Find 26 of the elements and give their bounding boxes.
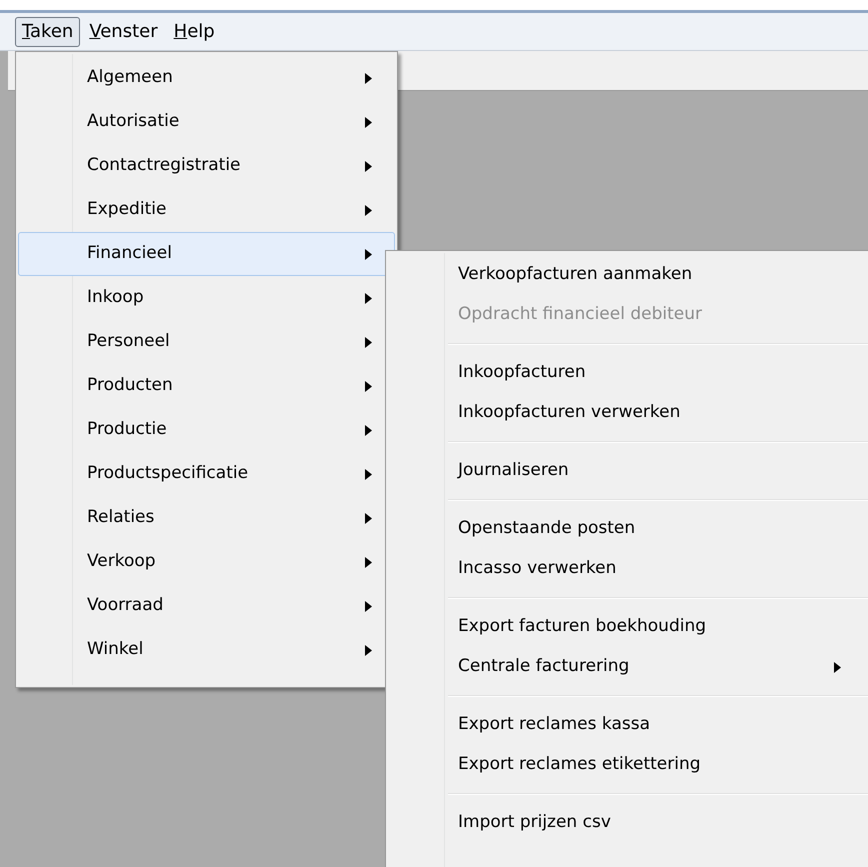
submenu-arrow-icon xyxy=(365,424,372,436)
submenu-arrow-icon xyxy=(834,662,841,672)
submenu-arrow-icon xyxy=(365,468,372,480)
menu-bar-item[interactable]: Venster xyxy=(82,16,165,46)
submenu-arrow-icon xyxy=(365,380,372,392)
menu-item[interactable]: Export reclames kassa xyxy=(388,705,868,745)
menu-item[interactable]: Financieel xyxy=(18,232,395,276)
menu-item[interactable]: Algemeen xyxy=(18,56,395,100)
submenu-arrow-icon xyxy=(365,116,372,128)
menu-item[interactable]: Contactregistratie xyxy=(18,144,395,188)
menu-item[interactable]: Export reclames etikettering xyxy=(388,745,868,785)
menu-item[interactable]: Expeditie xyxy=(18,188,395,232)
submenu-arrow-icon xyxy=(365,600,372,612)
submenu-arrow-icon xyxy=(365,292,372,304)
submenu-arrow-icon xyxy=(365,336,372,348)
submenu-arrow-icon xyxy=(365,248,372,260)
submenu-arrow-icon xyxy=(365,556,372,568)
menu-bar-item[interactable]: Taken xyxy=(15,16,80,46)
submenu-arrow-icon xyxy=(365,204,372,216)
submenu-arrow-icon xyxy=(365,512,372,524)
submenu-arrow-icon xyxy=(365,644,372,656)
submenu-arrow-icon xyxy=(365,72,372,84)
menu-bar-item[interactable]: Help xyxy=(166,16,222,46)
menu-item[interactable]: Import prijzen csv xyxy=(388,803,868,843)
submenu-arrow-icon xyxy=(365,160,372,172)
menu-item[interactable]: Autorisatie xyxy=(18,100,395,144)
